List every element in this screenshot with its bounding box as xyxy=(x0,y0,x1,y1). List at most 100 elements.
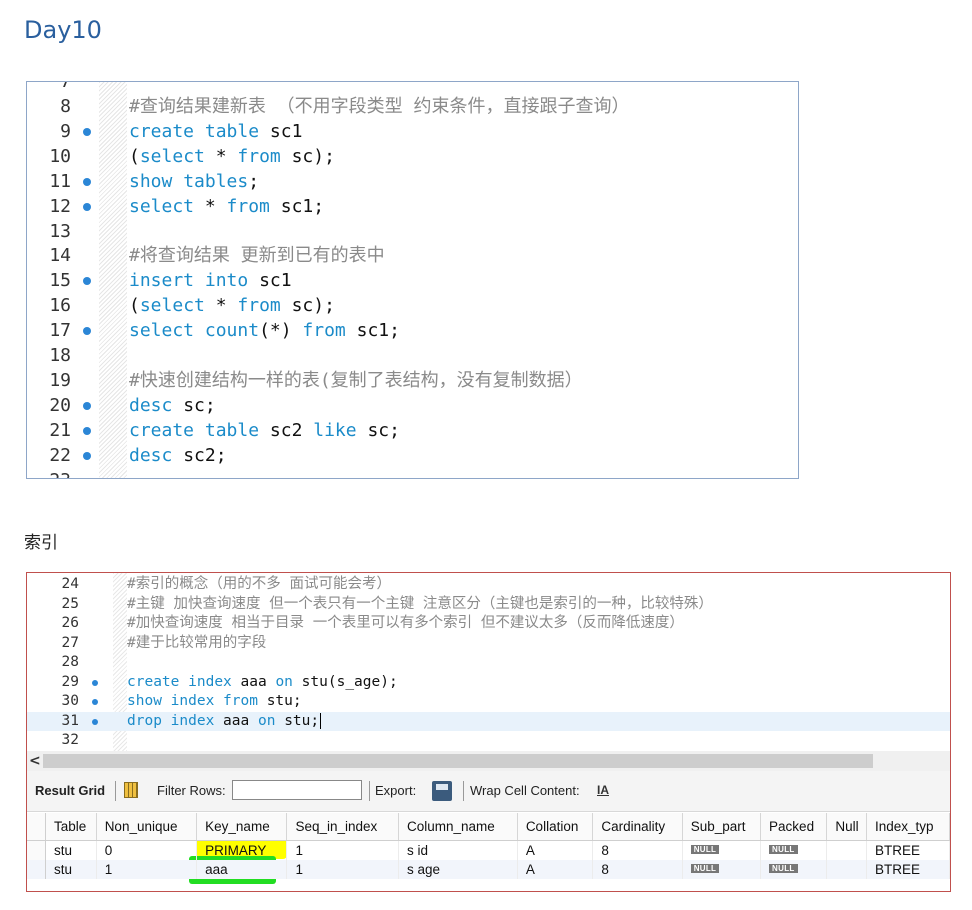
table-cell[interactable]: s id xyxy=(398,840,518,860)
table-cell[interactable]: NULL xyxy=(682,860,762,879)
table-cell[interactable]: s age xyxy=(398,860,518,879)
code-line: 25 #主键 加快查询速度 但一个表只有一个主键 注意区分（主键也是索引的一种，比… xyxy=(27,595,950,615)
table-cell[interactable]: 1 xyxy=(286,860,399,879)
code-line: 17 select count(*) from sc1; xyxy=(27,318,798,343)
code-line: 30 show index from stu; xyxy=(27,692,950,712)
code-line: 20 desc sc; xyxy=(27,393,798,418)
statement-marker-icon[interactable] xyxy=(83,202,91,211)
column-header[interactable]: Packed xyxy=(760,813,828,841)
table-cell[interactable]: stu xyxy=(45,860,97,879)
code-text: drop index aaa on stu; xyxy=(127,712,322,729)
table-row[interactable]: stu 0 PRIMARY 1 s id A 8 NULL NULL BTREE xyxy=(27,840,950,860)
statement-marker-icon[interactable] xyxy=(92,699,98,705)
line-number: 11 xyxy=(49,170,71,192)
code-line: 18 xyxy=(27,343,798,368)
null-badge: NULL xyxy=(769,845,798,854)
statement-marker-icon[interactable] xyxy=(92,679,98,686)
line-number: 25 xyxy=(61,595,79,612)
scroll-left-icon[interactable]: < xyxy=(29,751,41,771)
line-number: 31 xyxy=(61,712,79,729)
column-header[interactable]: Null xyxy=(826,813,867,841)
code-text: #索引的概念（用的不多 面试可能会考） xyxy=(127,576,391,592)
statement-marker-icon[interactable] xyxy=(83,327,91,336)
line-number: 23 xyxy=(27,468,71,479)
table-cell[interactable]: 8 xyxy=(592,840,683,860)
table-cell[interactable]: stu xyxy=(45,840,97,860)
table-cell[interactable]: PRIMARY xyxy=(196,840,288,860)
divider xyxy=(115,781,116,801)
table-cell[interactable]: A xyxy=(517,860,594,879)
table-cell[interactable]: 1 xyxy=(286,840,399,860)
code-line: 28 xyxy=(27,653,950,673)
code-text: #主键 加快查询速度 但一个表只有一个主键 注意区分（主键也是索引的一种，比较特… xyxy=(127,595,713,612)
code-line: 26 #加快查询速度 相当于目录 一个表里可以有多个索引 但不建议太多（反而降低速… xyxy=(27,614,950,634)
row-header[interactable] xyxy=(27,860,46,879)
line-number: 8 xyxy=(60,96,71,117)
code-line: 32 xyxy=(27,731,950,751)
statement-marker-icon[interactable] xyxy=(83,177,91,186)
code-text: show index from stu; xyxy=(127,693,302,709)
column-header[interactable]: Sub_part xyxy=(682,813,762,841)
page-title: Day10 xyxy=(24,16,102,44)
statement-marker-icon[interactable] xyxy=(92,718,98,725)
table-cell[interactable]: BTREE xyxy=(866,840,950,860)
scrollbar-thumb[interactable] xyxy=(43,754,873,768)
null-badge: NULL xyxy=(690,845,720,854)
table-cell[interactable]: NULL xyxy=(682,840,762,860)
table-cell[interactable]: NULL xyxy=(760,840,828,860)
table-row[interactable]: stu 1 aaa 1 s age A 8 NULL NULL BTREE xyxy=(27,860,950,879)
code-text: #查询结果建新表 （不用字段类型 约束条件，直接跟子查询） xyxy=(129,96,630,117)
table-cell[interactable]: BTREE xyxy=(866,860,950,879)
table-cell[interactable]: NULL xyxy=(760,860,828,879)
line-number: 29 xyxy=(61,673,79,690)
code-text: select * from sc1; xyxy=(129,195,325,217)
line-number: 18 xyxy=(49,345,71,366)
column-header[interactable]: Seq_in_index xyxy=(286,813,399,841)
wrap-cell-icon[interactable]: IA xyxy=(597,783,609,797)
statement-marker-icon[interactable] xyxy=(83,277,91,286)
line-number: 17 xyxy=(49,320,71,342)
table-cell[interactable]: aaa xyxy=(196,860,288,879)
sql-editor-1[interactable]: 7 8 #查询结果建新表 （不用字段类型 约束条件，直接跟子查询） 9 create … xyxy=(26,81,799,479)
line-number: 10 xyxy=(49,145,71,167)
section-title: 索引 xyxy=(24,533,58,553)
code-line: 29 create index aaa on stu(s_age); xyxy=(27,673,950,693)
table-cell[interactable]: A xyxy=(517,840,594,860)
column-header[interactable]: Index_typ xyxy=(866,813,950,841)
result-grid[interactable]: Table Non_unique Key_name Seq_in_index Colum… xyxy=(27,813,950,879)
column-header[interactable]: Collation xyxy=(517,813,594,841)
horizontal-scrollbar[interactable]: < xyxy=(27,751,950,771)
column-header[interactable]: Table xyxy=(45,813,97,841)
line-number: 15 xyxy=(49,270,71,292)
table-cell[interactable]: 8 xyxy=(592,860,683,879)
null-badge: NULL xyxy=(690,864,720,873)
table-cell[interactable]: 1 xyxy=(96,860,198,879)
column-header[interactable]: Column_name xyxy=(398,813,518,841)
column-header[interactable]: Non_unique xyxy=(96,813,198,841)
statement-marker-icon[interactable] xyxy=(83,426,91,435)
line-number: 28 xyxy=(61,654,79,670)
statement-marker-icon[interactable] xyxy=(83,127,91,136)
column-header[interactable]: Cardinality xyxy=(592,813,683,841)
column-header[interactable]: Key_name xyxy=(196,813,288,841)
table-cell[interactable]: 0 xyxy=(96,840,198,860)
sql-editor-2[interactable]: 24 #索引的概念（用的不多 面试可能会考） 25 #主键 加快查询速度 但一个表只有… xyxy=(26,572,951,892)
code-line: 16 (select * from sc); xyxy=(27,293,798,318)
table-cell[interactable] xyxy=(826,860,867,879)
grid-view-icon[interactable] xyxy=(124,782,138,798)
code-text: #快速创建结构一样的表(复制了表结构，没有复制数据） xyxy=(129,369,583,391)
code-line: 31 drop index aaa on stu; xyxy=(27,711,950,731)
export-icon[interactable] xyxy=(432,781,452,801)
result-grid-tab[interactable]: Result Grid xyxy=(35,783,105,799)
code-line: 22 desc sc2; xyxy=(27,443,798,468)
table-cell[interactable] xyxy=(826,840,867,860)
statement-marker-icon[interactable] xyxy=(83,451,91,460)
code-area[interactable]: 24 #索引的概念（用的不多 面试可能会考） 25 #主键 加快查询速度 但一个表只有… xyxy=(27,573,950,751)
wrap-cell-label: Wrap Cell Content: xyxy=(470,783,580,798)
null-badge: NULL xyxy=(769,864,798,873)
row-header[interactable] xyxy=(27,840,46,860)
code-line: 12 select * from sc1; xyxy=(27,194,798,219)
code-text: #建于比较常用的字段 xyxy=(127,634,267,651)
statement-marker-icon[interactable] xyxy=(83,401,91,410)
filter-rows-input[interactable] xyxy=(232,780,362,800)
